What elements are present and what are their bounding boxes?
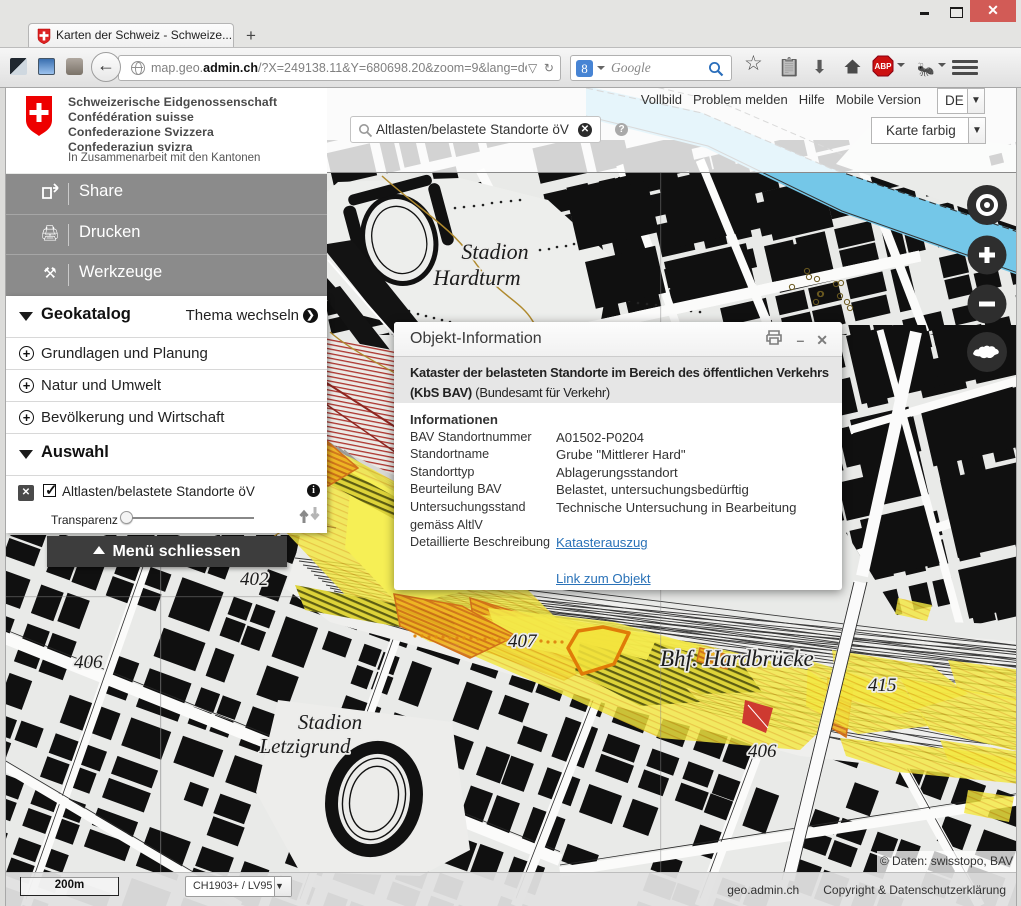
svg-text:406: 406	[748, 741, 777, 762]
svg-text:Hardturm: Hardturm	[432, 265, 520, 290]
svg-text:Letzigrund: Letzigrund	[258, 734, 351, 758]
svg-text:Stadion: Stadion	[298, 710, 362, 734]
svg-text:415: 415	[868, 675, 897, 696]
svg-text:Bhf. Hardbrücke: Bhf. Hardbrücke	[660, 646, 814, 671]
svg-text:406: 406	[74, 652, 103, 673]
svg-text:407: 407	[508, 631, 538, 652]
svg-text:Stadion: Stadion	[461, 239, 528, 264]
svg-text:402: 402	[240, 569, 269, 590]
svg-text:ABP: ABP	[875, 62, 893, 71]
